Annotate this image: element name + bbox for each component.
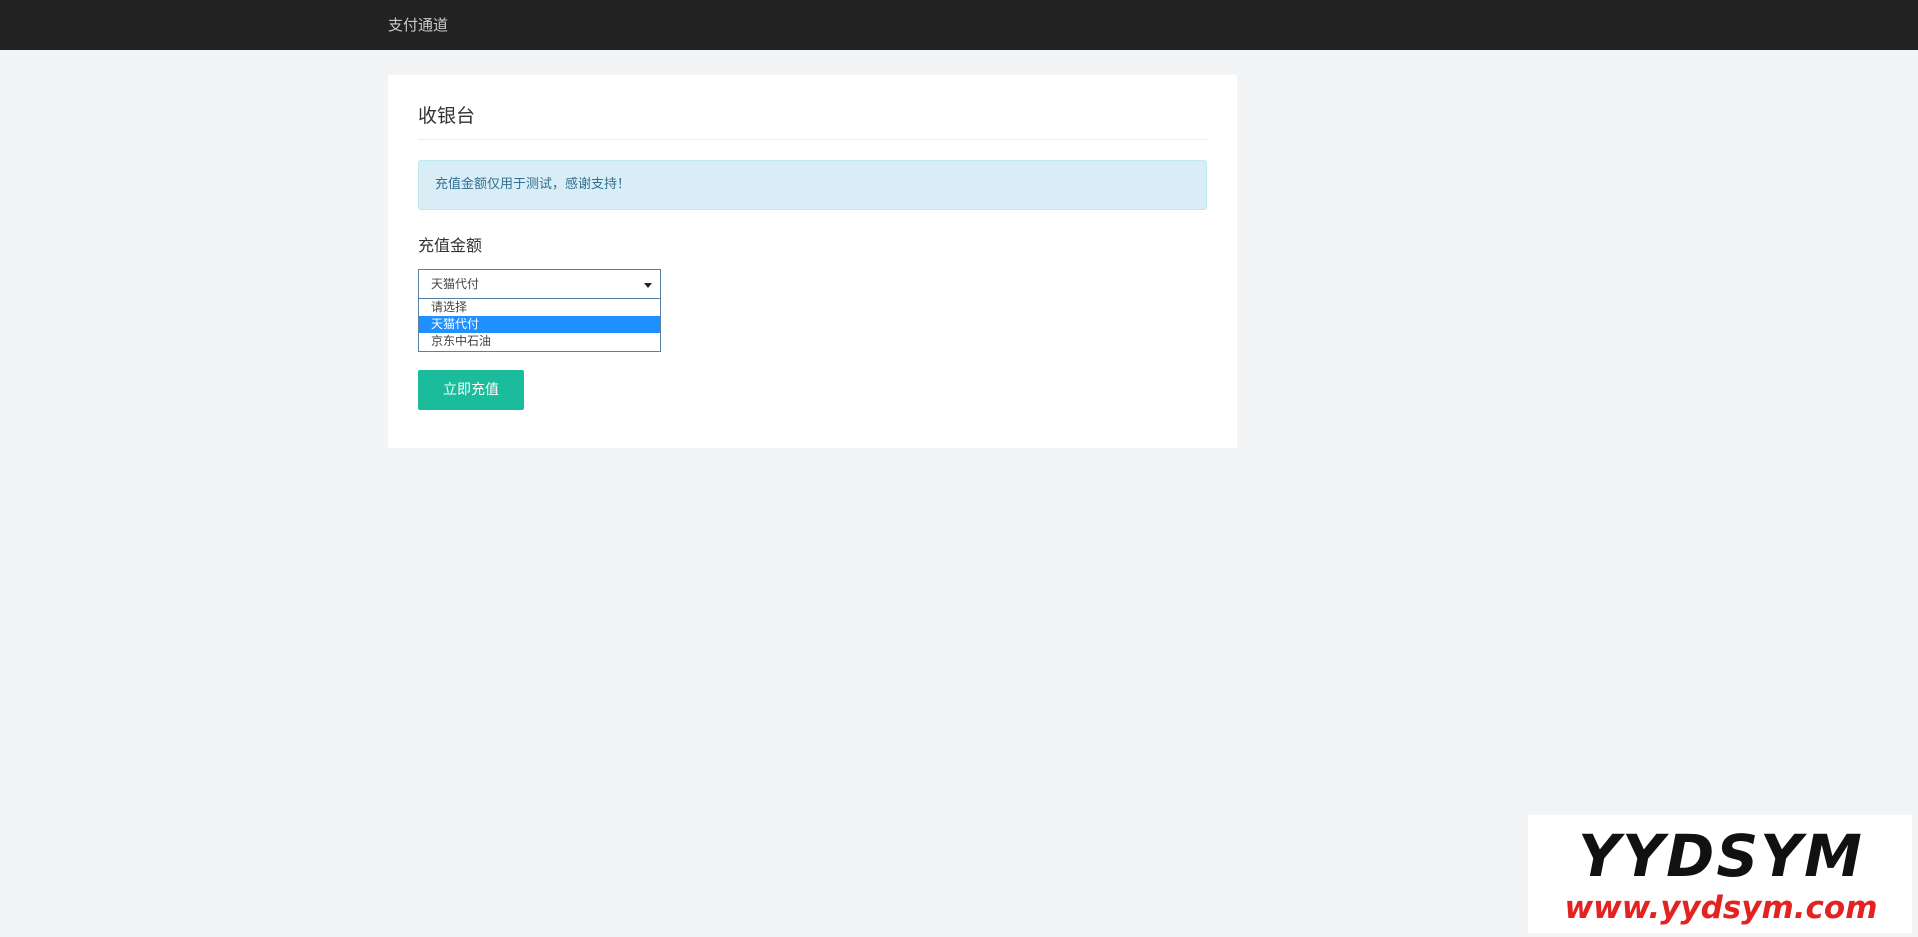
watermark-logo: YYDSYM www.yydsym.com — [1528, 815, 1912, 933]
amount-label: 充值金额 — [418, 236, 483, 255]
top-navbar: 支付通道 — [0, 0, 1918, 50]
caret-down-icon — [644, 283, 652, 288]
page-title: 收银台 — [418, 105, 476, 127]
info-alert: 充值金额仅用于测试，感谢支持！ — [418, 160, 1207, 210]
cashier-card: 收银台 充值金额仅用于测试，感谢支持！ 充值金额 天猫代付 请选择 天猫代付 京… — [388, 75, 1237, 448]
divider — [418, 139, 1207, 140]
select-option[interactable]: 请选择 — [419, 299, 660, 316]
recharge-button[interactable]: 立即充值 — [418, 370, 524, 410]
watermark-logo-text: YYDSYM — [1578, 822, 1864, 890]
channel-select[interactable]: 天猫代付 — [418, 269, 661, 299]
select-value: 天猫代付 — [431, 277, 480, 291]
select-option[interactable]: 天猫代付 — [419, 316, 660, 333]
select-option[interactable]: 京东中石油 — [419, 333, 660, 350]
brand-link[interactable]: 支付通道 — [388, 15, 448, 35]
select-options: 请选择 天猫代付 京东中石油 — [418, 299, 661, 352]
alert-text: 充值金额仅用于测试，感谢支持！ — [435, 177, 631, 192]
watermark-url: www.yydsym.com — [1564, 890, 1878, 926]
